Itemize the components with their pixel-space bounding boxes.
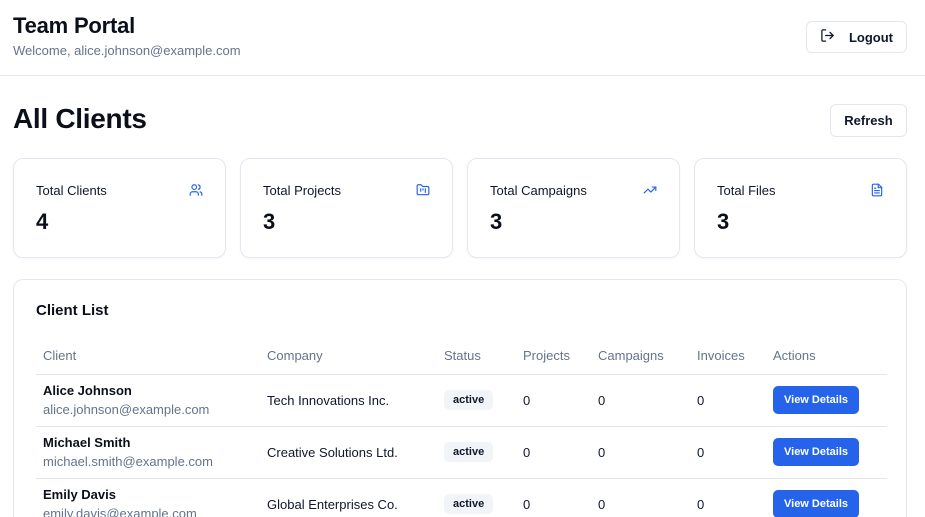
column-header-campaigns: Campaigns	[591, 338, 690, 375]
file-text-icon	[870, 183, 884, 197]
status-badge: active	[444, 390, 494, 410]
stat-card-total-projects: Total Projects 3	[240, 158, 453, 258]
welcome-text: Welcome, alice.johnson@example.com	[13, 43, 241, 58]
client-email: emily.davis@example.com	[43, 506, 197, 517]
client-name: Alice Johnson	[43, 383, 132, 398]
table-header-row: Client Company Status Projects Campaigns…	[36, 338, 887, 375]
view-details-button[interactable]: View Details	[773, 490, 859, 517]
app-title: Team Portal	[13, 13, 136, 38]
client-name: Emily Davis	[43, 487, 116, 502]
company-cell: Creative Solutions Ltd.	[260, 426, 437, 479]
stat-value: 4	[36, 209, 49, 234]
client-name: Michael Smith	[43, 435, 131, 450]
client-cell: Alice Johnson alice.johnson@example.com	[36, 374, 260, 427]
stat-label: Total Campaigns	[490, 183, 587, 198]
status-badge: active	[444, 442, 494, 462]
table-row: Emily Davis emily.davis@example.com Glob…	[36, 478, 887, 517]
trending-up-icon	[643, 183, 657, 197]
logout-label: Logout	[848, 29, 894, 45]
status-badge: active	[444, 494, 494, 514]
table-row: Michael Smith michael.smith@example.com …	[36, 426, 887, 479]
projects-cell: 0	[516, 426, 591, 479]
view-details-button[interactable]: View Details	[773, 438, 859, 466]
invoices-cell: 0	[690, 478, 766, 517]
stat-value: 3	[490, 209, 503, 234]
client-list-card: Client List Client Company Status Projec…	[13, 279, 907, 517]
actions-cell: View Details	[766, 478, 887, 517]
column-header-status: Status	[437, 338, 516, 375]
actions-cell: View Details	[766, 426, 887, 479]
stat-value: 3	[717, 209, 730, 234]
folder-kanban-icon	[416, 183, 430, 197]
client-list-title: Client List	[36, 302, 109, 319]
view-details-button[interactable]: View Details	[773, 386, 859, 414]
column-header-client: Client	[36, 338, 260, 375]
users-icon	[189, 183, 203, 197]
campaigns-cell: 0	[591, 374, 690, 427]
stat-label: Total Clients	[36, 183, 107, 198]
client-cell: Emily Davis emily.davis@example.com	[36, 478, 260, 517]
logout-button[interactable]: Logout	[806, 21, 907, 53]
status-cell: active	[437, 374, 516, 427]
actions-cell: View Details	[766, 374, 887, 427]
column-header-actions: Actions	[766, 338, 887, 375]
invoices-cell: 0	[690, 374, 766, 427]
campaigns-cell: 0	[591, 478, 690, 517]
projects-cell: 0	[516, 478, 591, 517]
column-header-company: Company	[260, 338, 437, 375]
client-table: Client Company Status Projects Campaigns…	[36, 338, 887, 517]
stat-card-total-clients: Total Clients 4	[13, 158, 226, 258]
column-header-projects: Projects	[516, 338, 591, 375]
refresh-button[interactable]: Refresh	[830, 104, 907, 137]
company-cell: Global Enterprises Co.	[260, 478, 437, 517]
stat-card-total-campaigns: Total Campaigns 3	[467, 158, 680, 258]
status-cell: active	[437, 426, 516, 479]
company-cell: Tech Innovations Inc.	[260, 374, 437, 427]
page-title: All Clients	[13, 103, 147, 134]
stat-card-total-files: Total Files 3	[694, 158, 907, 258]
projects-cell: 0	[516, 374, 591, 427]
app-header: Team Portal Welcome, alice.johnson@examp…	[0, 0, 925, 76]
stat-value: 3	[263, 209, 276, 234]
client-email: michael.smith@example.com	[43, 454, 213, 469]
stat-label: Total Files	[717, 183, 776, 198]
invoices-cell: 0	[690, 426, 766, 479]
stat-label: Total Projects	[263, 183, 342, 198]
status-cell: active	[437, 478, 516, 517]
table-row: Alice Johnson alice.johnson@example.com …	[36, 374, 887, 427]
campaigns-cell: 0	[591, 426, 690, 479]
logout-icon	[820, 28, 835, 46]
client-email: alice.johnson@example.com	[43, 402, 210, 417]
client-cell: Michael Smith michael.smith@example.com	[36, 426, 260, 479]
column-header-invoices: Invoices	[690, 338, 766, 375]
